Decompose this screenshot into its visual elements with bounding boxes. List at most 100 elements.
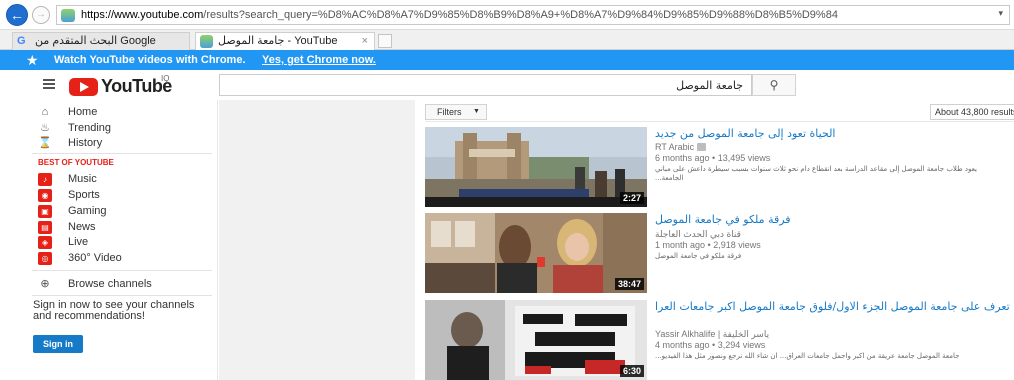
search-button[interactable]: ⚲ (752, 74, 796, 96)
browser-tab-strip: G البحث المتقدم من Google جامعة الموصل -… (0, 30, 1014, 50)
youtube-masthead: YouTube IQ ⚲ (0, 70, 1014, 100)
signin-prompt: Sign in now to see your channels and rec… (33, 299, 195, 322)
video-360-icon: ◎ (38, 252, 52, 265)
channel-name[interactable]: قناة دبي الحدث العاجلة (655, 229, 741, 240)
star-icon: ★ (26, 52, 39, 68)
video-description: يعود طلاب جامعة الموصل إلى مقاعد الدراسة… (655, 165, 977, 182)
sidebar-item-label: Trending (68, 122, 112, 134)
address-bar[interactable]: https://www.youtube.com/results?search_q… (56, 5, 1010, 25)
signin-button[interactable]: Sign in (33, 335, 83, 353)
result-item[interactable]: 2:27 الحياة تعود إلى جامعة الموصل من جدي… (425, 127, 1014, 207)
results-count: About 43,800 results (930, 104, 1014, 120)
thumbnail-image-vlog (425, 300, 647, 380)
sidebar-item-label: 360° Video (68, 252, 122, 264)
video-thumbnail[interactable]: 38:47 (425, 213, 647, 293)
country-code: IQ (161, 74, 170, 83)
tab-youtube-results[interactable]: جامعة الموصل - YouTube × (195, 32, 375, 50)
sidebar-item-music[interactable]: ♪ Music (38, 172, 208, 187)
home-icon: ⌂ (41, 106, 49, 118)
url-path: /results?search_query=%D8%AC%D8%A7%D9%85… (203, 9, 838, 21)
chrome-promo-banner: ★ Watch YouTube videos with Chrome. Yes,… (0, 50, 1014, 70)
results-divider (425, 121, 1014, 122)
url-host: https://www.youtube.com (81, 9, 204, 21)
result-item[interactable]: 6:30 تعرف على جامعة الموصل الجزء الاول/ف… (425, 300, 1014, 380)
live-icon: ◈ (38, 236, 52, 249)
sidebar-item-live[interactable]: ◈ Live (38, 235, 208, 250)
video-thumbnail[interactable]: 2:27 (425, 127, 647, 207)
sidebar-item-news[interactable]: ▤ News (38, 220, 208, 235)
back-arrow-icon[interactable]: ← (6, 4, 28, 26)
thumbnail-image-interview (425, 213, 647, 293)
search-input[interactable] (219, 74, 752, 96)
sidebar-item-home[interactable]: ⌂ Home (38, 105, 208, 120)
video-duration: 38:47 (614, 278, 644, 290)
search-icon: ⚲ (769, 78, 779, 92)
video-title-link[interactable]: تعرف على جامعة الموصل الجزء الاول/فلوق ج… (655, 300, 1010, 313)
filters-button[interactable]: Filters ▼ (425, 104, 487, 120)
content-gutter (219, 100, 415, 380)
channel-name[interactable]: Yassir Alkhalife | ياسر الخليفة (655, 329, 769, 340)
best-of-youtube-heading: BEST OF YOUTUBE (38, 158, 114, 167)
channel-name-text: Yassir Alkhalife | ياسر الخليفة (655, 329, 770, 339)
get-chrome-link[interactable]: Yes, get Chrome now. (262, 50, 376, 70)
sidebar-item-label: History (68, 137, 103, 149)
sidebar-item-history[interactable]: ⌛ History (38, 136, 208, 151)
news-icon: ▤ (38, 221, 52, 234)
guide-divider (32, 295, 212, 296)
verified-badge-icon (697, 143, 707, 151)
sidebar-item-label: Browse channels (68, 278, 152, 290)
address-bar-url: https://www.youtube.com/results?search_q… (81, 9, 981, 21)
result-item[interactable]: 38:47 فرقة ملكو في جامعة الموصل قناة دبي… (425, 213, 1014, 293)
address-dropdown-icon[interactable]: ▾ (998, 8, 1003, 19)
guide-menu-icon[interactable] (43, 79, 55, 89)
sidebar-item-label: Music (68, 173, 97, 185)
new-tab-button[interactable] (378, 34, 392, 48)
video-duration: 6:30 (619, 365, 644, 377)
sidebar-item-360-video[interactable]: ◎ 360° Video (38, 251, 208, 266)
gaming-icon: ▣ (38, 205, 52, 218)
sidebar-item-browse-channels[interactable]: ⊕ Browse channels (38, 277, 208, 292)
sidebar-item-label: News (68, 221, 96, 233)
hourglass-icon: ⌛ (38, 137, 52, 149)
channel-name[interactable]: RT Arabic (655, 142, 707, 152)
channel-name-text: RT Arabic (655, 142, 695, 152)
video-duration: 2:27 (619, 192, 644, 204)
sidebar-item-label: Gaming (68, 205, 107, 217)
add-circle-icon: ⊕ (40, 278, 50, 290)
flame-icon: ♨ (40, 122, 50, 134)
result-info: تعرف على جامعة الموصل الجزء الاول/فلوق ج… (655, 300, 1014, 380)
youtube-play-logo-icon[interactable] (69, 78, 98, 96)
search-results: Filters ▼ About 43,800 results 2:27 الحي… (415, 100, 1014, 380)
sidebar-item-label: Home (68, 106, 98, 118)
sports-icon: ◉ (38, 189, 52, 202)
video-meta: 4 months ago • 3,294 views (655, 340, 766, 350)
music-icon: ♪ (38, 173, 52, 186)
tab-google-advanced-search[interactable]: G البحث المتقدم من Google (12, 32, 190, 50)
promo-message: Watch YouTube videos with Chrome. (54, 54, 246, 66)
thumbnail-image-university-gate (425, 127, 647, 207)
sidebar-item-trending[interactable]: ♨ Trending (38, 121, 208, 136)
result-info: الحياة تعود إلى جامعة الموصل من جديد RT … (655, 127, 1014, 207)
guide-divider (32, 270, 212, 271)
video-meta: 1 month ago • 2,918 views (655, 240, 761, 250)
sidebar-item-label: Sports (68, 189, 100, 201)
channel-name-text: قناة دبي الحدث العاجلة (655, 229, 741, 239)
video-title-link[interactable]: فرقة ملكو في جامعة الموصل (655, 213, 1010, 226)
video-title-link[interactable]: الحياة تعود إلى جامعة الموصل من جديد (655, 127, 1010, 140)
google-favicon-icon: G (17, 35, 26, 47)
video-meta: 6 months ago • 13,495 views (655, 153, 771, 163)
video-description: فرقة ملكو في جامعة الموصل (655, 252, 742, 260)
tab-label: البحث المتقدم من Google (35, 35, 156, 47)
filters-label: Filters (437, 107, 462, 117)
sidebar-item-gaming[interactable]: ▣ Gaming (38, 204, 208, 219)
close-tab-icon[interactable]: × (362, 33, 368, 49)
chevron-down-icon: ▼ (473, 108, 480, 115)
browser-address-row: ← → https://www.youtube.com/results?sear… (0, 0, 1014, 30)
video-description: جامعة الموصل جامعة عريقة من اكبر واجمل ج… (655, 352, 960, 360)
video-thumbnail[interactable]: 6:30 (425, 300, 647, 380)
guide-divider (32, 153, 212, 154)
site-favicon-icon (61, 9, 75, 22)
sidebar-item-sports[interactable]: ◉ Sports (38, 188, 208, 203)
result-info: فرقة ملكو في جامعة الموصل قناة دبي الحدث… (655, 213, 1014, 293)
forward-arrow-icon[interactable]: → (32, 6, 50, 24)
